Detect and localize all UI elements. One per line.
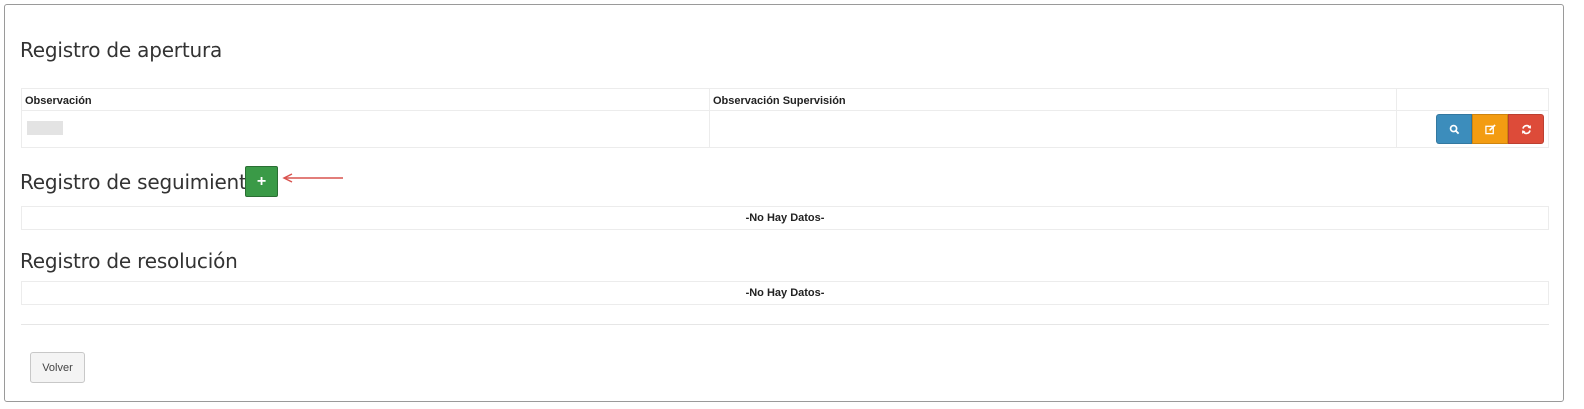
- cell-observacion-supervision: [709, 110, 1397, 148]
- resolucion-empty-row: -No Hay Datos-: [21, 281, 1549, 305]
- column-header-observacion: Observación: [21, 88, 710, 111]
- resolucion-title: Registro de resolución: [20, 249, 238, 273]
- back-button[interactable]: Volver: [30, 352, 85, 383]
- cell-observacion: [21, 110, 710, 148]
- seguimiento-empty-row: -No Hay Datos-: [21, 206, 1549, 230]
- redacted-text: [27, 120, 63, 135]
- table-header-row: Observación Observación Supervisión: [21, 88, 1549, 111]
- seguimiento-title: Registro de seguimiento: [20, 170, 259, 194]
- main-panel: Registro de apertura Observación Observa…: [4, 4, 1564, 402]
- divider: [21, 324, 1549, 325]
- table-row: [21, 110, 1549, 148]
- edit-button[interactable]: [1472, 114, 1508, 144]
- arrow-left-icon: [282, 173, 343, 183]
- search-icon: [1449, 124, 1459, 134]
- cell-actions: [1396, 110, 1549, 148]
- view-button[interactable]: [1436, 114, 1472, 144]
- reset-button[interactable]: [1508, 114, 1544, 144]
- apertura-title: Registro de apertura: [20, 38, 223, 62]
- column-header-observacion-supervision: Observación Supervisión: [709, 88, 1397, 111]
- column-header-actions: [1396, 88, 1549, 111]
- action-button-group: [1436, 114, 1544, 144]
- add-seguimiento-button[interactable]: +: [245, 166, 278, 197]
- edit-icon: [1484, 123, 1496, 134]
- refresh-icon: [1521, 124, 1531, 134]
- apertura-table: Observación Observación Supervisión: [21, 88, 1549, 148]
